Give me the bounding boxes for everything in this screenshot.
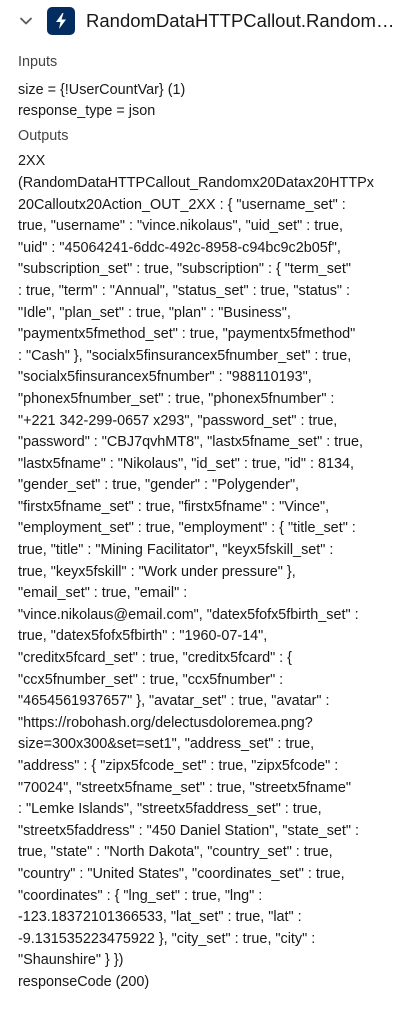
element-title[interactable]: RandomDataHTTPCallout.Random ... (86, 8, 396, 34)
flow-element-header: RandomDataHTTPCallout.Random ... (0, 0, 411, 42)
output-2xx-value: 2XX (RandomDataHTTPCallout_Randomx20Data… (18, 153, 374, 969)
chevron-down-icon[interactable] (18, 13, 34, 29)
input-size: size = {!UserCountVar} (1) (18, 81, 186, 98)
element-details: Inputs size = {!UserCountVar} (1) respon… (18, 52, 402, 994)
input-response-type: response_type = json (18, 103, 156, 120)
response-code: responseCode (200) (18, 973, 150, 990)
lightning-bolt-icon (47, 7, 75, 35)
outputs-label: Outputs (18, 127, 69, 144)
inputs-label: Inputs (18, 54, 58, 70)
